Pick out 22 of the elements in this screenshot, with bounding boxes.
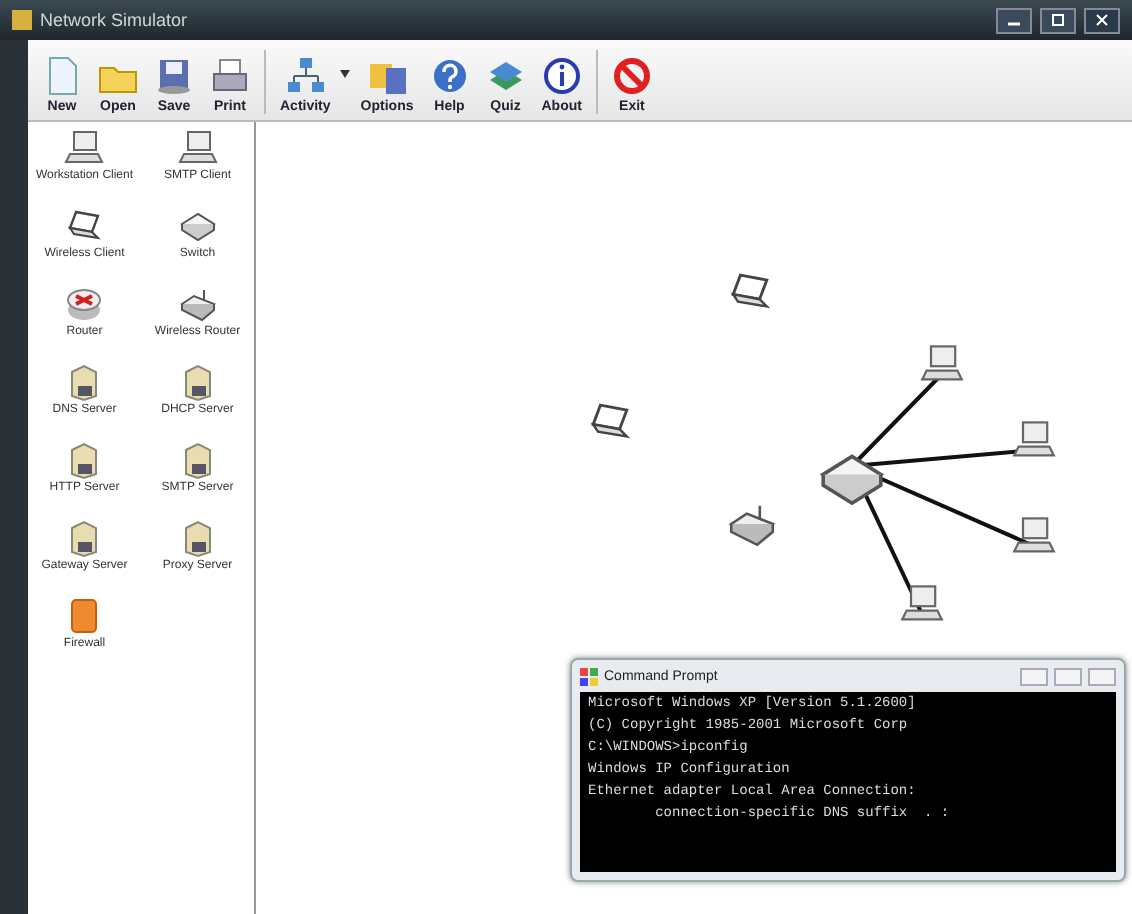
computer-icon <box>64 128 105 168</box>
router-icon <box>64 284 105 324</box>
computer-icon <box>920 342 964 386</box>
computer-icon <box>1012 514 1056 558</box>
network-icon <box>285 56 326 96</box>
close-icon <box>1094 14 1110 26</box>
minimize-button[interactable] <box>996 7 1032 33</box>
wireless-router-icon <box>177 284 218 324</box>
computer-icon <box>177 128 218 168</box>
app-icon <box>580 667 598 685</box>
stop-icon <box>611 56 652 96</box>
help-icon <box>429 56 470 96</box>
window-title: Network Simulator <box>40 10 188 30</box>
maximize-icon <box>1050 14 1066 26</box>
close-button[interactable] <box>1084 7 1120 33</box>
maximize-button[interactable] <box>1040 7 1076 33</box>
info-icon <box>541 56 582 96</box>
dropdown-caret-icon[interactable] <box>340 70 351 78</box>
app-icon <box>12 10 32 30</box>
computer-icon <box>900 582 944 626</box>
printer-icon <box>210 56 250 96</box>
computer-icon <box>1012 418 1056 462</box>
